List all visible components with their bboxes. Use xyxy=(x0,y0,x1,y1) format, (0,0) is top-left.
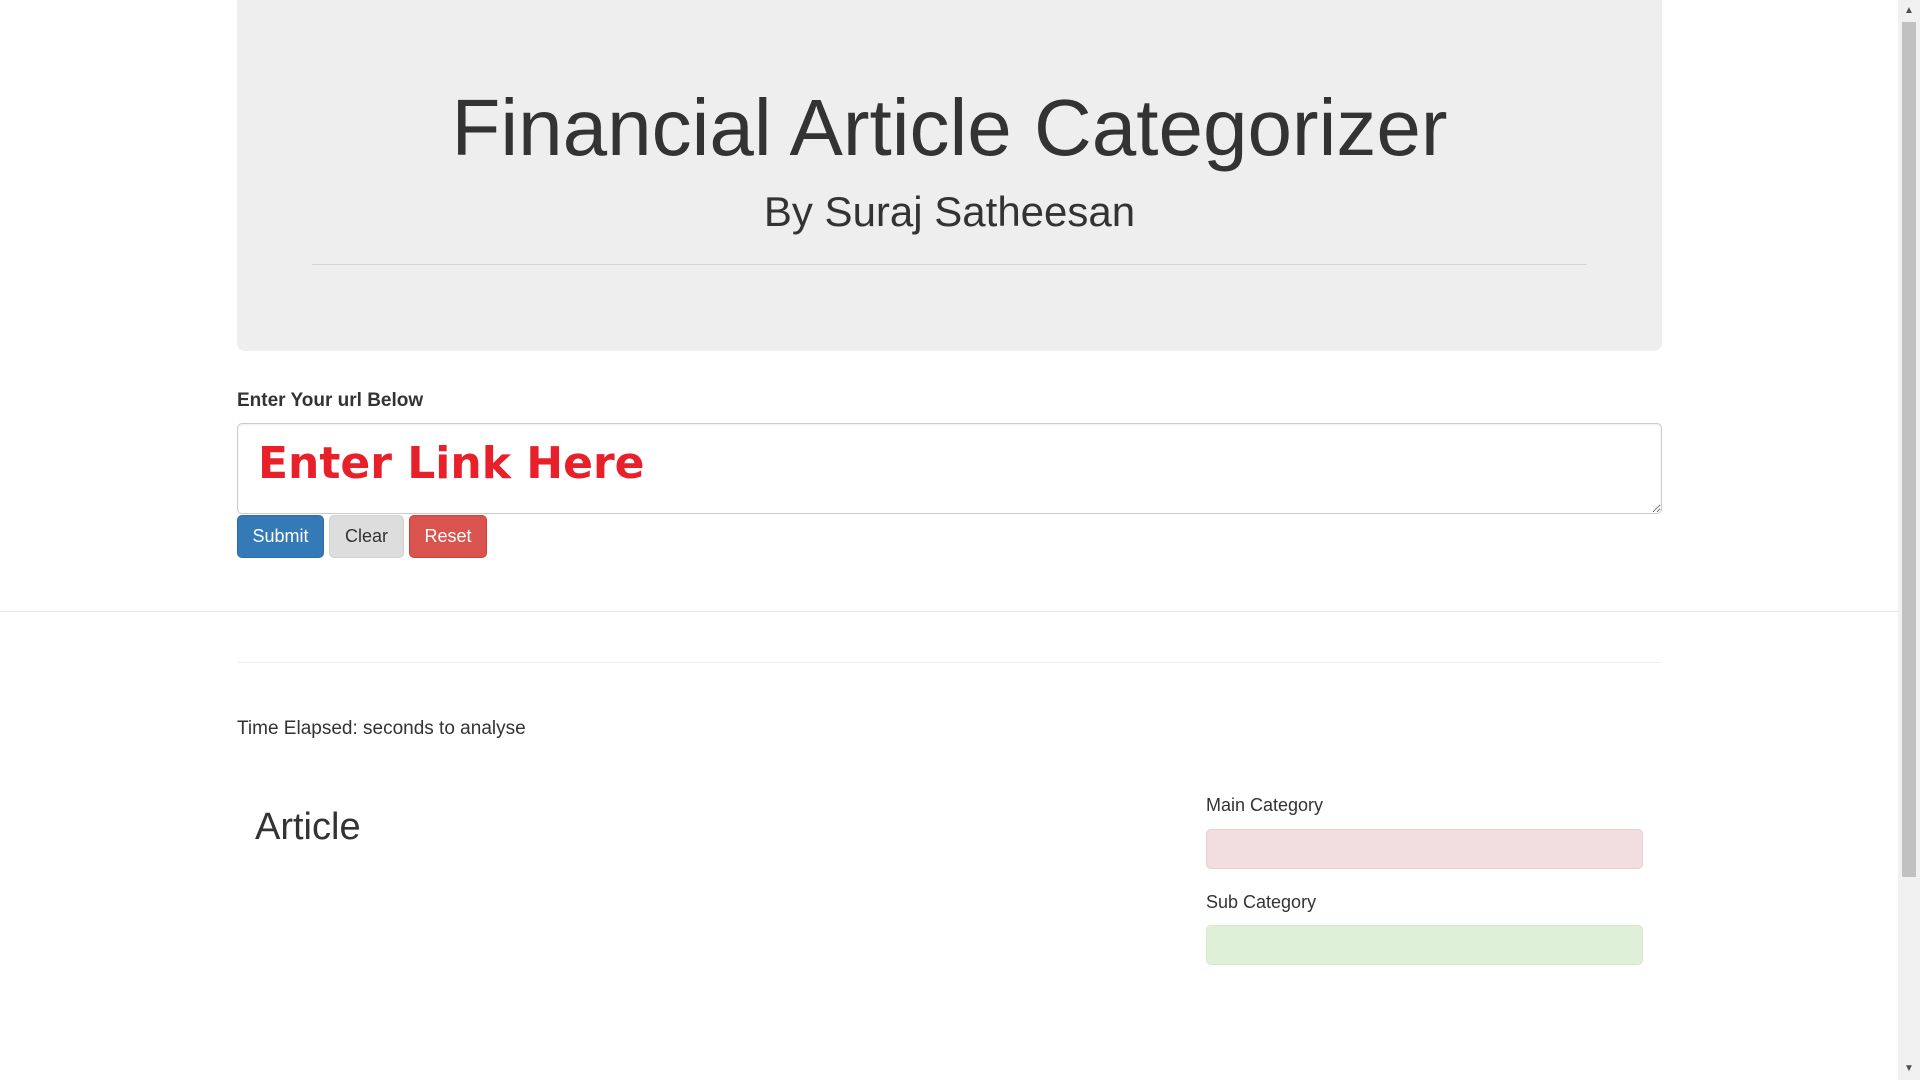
sub-category-field xyxy=(1206,925,1643,965)
page: Financial Article Categorizer By Suraj S… xyxy=(0,0,1920,1080)
time-elapsed-text: Time Elapsed: seconds to analyse xyxy=(237,718,526,739)
scrollbar-thumb[interactable] xyxy=(1902,22,1916,877)
main-category-field xyxy=(1206,829,1643,869)
jumbotron-header: Financial Article Categorizer By Suraj S… xyxy=(237,0,1662,351)
page-title: Financial Article Categorizer xyxy=(451,83,1448,172)
submit-button[interactable]: Submit xyxy=(237,515,324,558)
results-divider xyxy=(237,662,1662,663)
triangle-up-icon[interactable]: ▲ xyxy=(1898,2,1920,20)
url-input[interactable] xyxy=(237,423,1662,514)
sub-category-label: Sub Category xyxy=(1206,892,1317,912)
clear-button[interactable]: Clear xyxy=(329,515,404,558)
main-category-label: Main Category xyxy=(1206,795,1324,815)
url-label: Enter Your url Below xyxy=(237,390,424,411)
reset-button[interactable]: Reset xyxy=(409,515,487,558)
article-heading: Article xyxy=(255,806,361,848)
section-divider xyxy=(0,611,1898,612)
triangle-down-icon[interactable]: ▼ xyxy=(1898,1060,1920,1078)
page-subtitle: By Suraj Satheesan xyxy=(763,188,1136,235)
header-divider xyxy=(312,264,1587,265)
vertical-scrollbar[interactable]: ▲ ▼ xyxy=(1898,0,1920,1080)
